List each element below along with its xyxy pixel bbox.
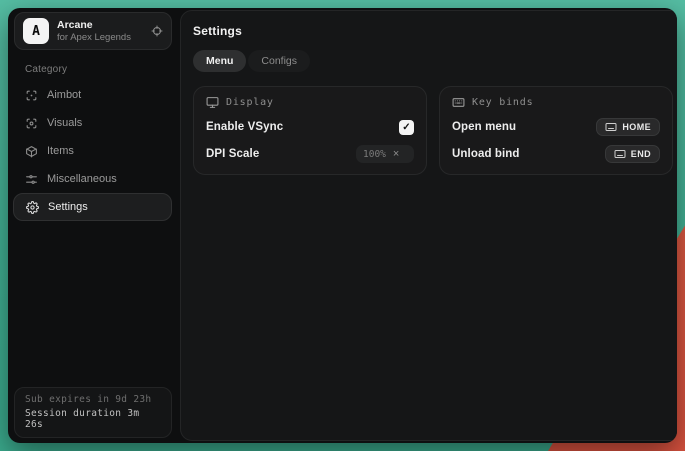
sidebar-item-settings[interactable]: Settings bbox=[13, 193, 172, 221]
crosshair-scan-icon bbox=[25, 89, 38, 102]
unload-bind-row: Unload bind END bbox=[452, 145, 660, 163]
settings-cards-row: Display Enable VSync ✓ DPI Scale 100% × bbox=[193, 86, 673, 175]
sidebar-item-label: Aimbot bbox=[47, 89, 81, 101]
unload-bind-label: Unload bind bbox=[452, 148, 520, 160]
sidebar-item-label: Visuals bbox=[47, 117, 82, 129]
crosshair-status-icon[interactable] bbox=[151, 25, 163, 37]
open-menu-key: HOME bbox=[622, 122, 651, 132]
open-menu-label: Open menu bbox=[452, 121, 516, 133]
sidebar-item-miscellaneous[interactable]: Miscellaneous bbox=[8, 165, 180, 193]
display-card-header: Display bbox=[206, 96, 414, 109]
tab-bar: Menu Configs bbox=[193, 50, 673, 72]
keybinds-card-title: Key binds bbox=[472, 97, 533, 108]
tab-menu[interactable]: Menu bbox=[193, 50, 246, 72]
display-card-title: Display bbox=[226, 97, 274, 108]
monitor-icon bbox=[206, 96, 219, 109]
sidebar-item-visuals[interactable]: Visuals bbox=[8, 109, 180, 137]
sidebar-nav: Aimbot Visuals bbox=[8, 81, 180, 221]
box-icon bbox=[25, 145, 38, 158]
sidebar-item-label: Miscellaneous bbox=[47, 173, 117, 185]
vsync-row: Enable VSync ✓ bbox=[206, 118, 414, 136]
keybinds-card-header: Key binds bbox=[452, 96, 660, 109]
sidebar-item-label: Settings bbox=[48, 201, 88, 213]
brand-header: A Arcane for Apex Legends bbox=[14, 12, 172, 50]
subscription-info-box: Sub expires in 9d 23h Session duration 3… bbox=[14, 387, 172, 438]
keybinds-card: Key binds Open menu HOME Unload bin bbox=[439, 86, 673, 175]
dpi-scale-label: DPI Scale bbox=[206, 148, 259, 160]
gear-icon bbox=[26, 201, 39, 214]
sidebar-item-items[interactable]: Items bbox=[8, 137, 180, 165]
dpi-scale-value: 100% bbox=[363, 149, 386, 160]
page-title: Settings bbox=[193, 24, 673, 38]
app-subtitle: for Apex Legends bbox=[57, 32, 143, 44]
open-menu-keybind-button[interactable]: HOME bbox=[596, 118, 660, 136]
sub-expiry-text: Sub expires in 9d 23h bbox=[25, 394, 161, 405]
sliders-icon bbox=[25, 173, 38, 186]
sidebar-item-label: Items bbox=[47, 145, 74, 157]
keyboard-icon bbox=[614, 149, 626, 159]
keyboard-icon bbox=[452, 96, 465, 109]
main-panel: Settings Menu Configs Display bbox=[180, 10, 677, 441]
arcane-overlay-window: A Arcane for Apex Legends Category bbox=[8, 8, 677, 443]
display-card: Display Enable VSync ✓ DPI Scale 100% × bbox=[193, 86, 427, 175]
open-menu-row: Open menu HOME bbox=[452, 118, 660, 136]
vsync-checkbox[interactable]: ✓ bbox=[399, 120, 414, 135]
tab-configs[interactable]: Configs bbox=[248, 50, 310, 72]
app-name: Arcane bbox=[57, 19, 143, 32]
vsync-label: Enable VSync bbox=[206, 121, 283, 133]
category-label: Category bbox=[25, 64, 180, 75]
sidebar-item-aimbot[interactable]: Aimbot bbox=[8, 81, 180, 109]
session-duration-text: Session duration 3m 26s bbox=[25, 408, 161, 430]
dpi-scale-row: DPI Scale 100% × bbox=[206, 145, 414, 163]
keyboard-icon bbox=[605, 122, 617, 132]
sidebar: A Arcane for Apex Legends Category bbox=[8, 8, 180, 443]
clear-icon[interactable]: × bbox=[393, 149, 399, 160]
eye-scan-icon bbox=[25, 117, 38, 130]
unload-key: END bbox=[631, 149, 651, 159]
brand-text: Arcane for Apex Legends bbox=[57, 19, 143, 44]
unload-keybind-button[interactable]: END bbox=[605, 145, 660, 163]
dpi-scale-input[interactable]: 100% × bbox=[356, 145, 414, 163]
app-logo: A bbox=[23, 18, 49, 44]
